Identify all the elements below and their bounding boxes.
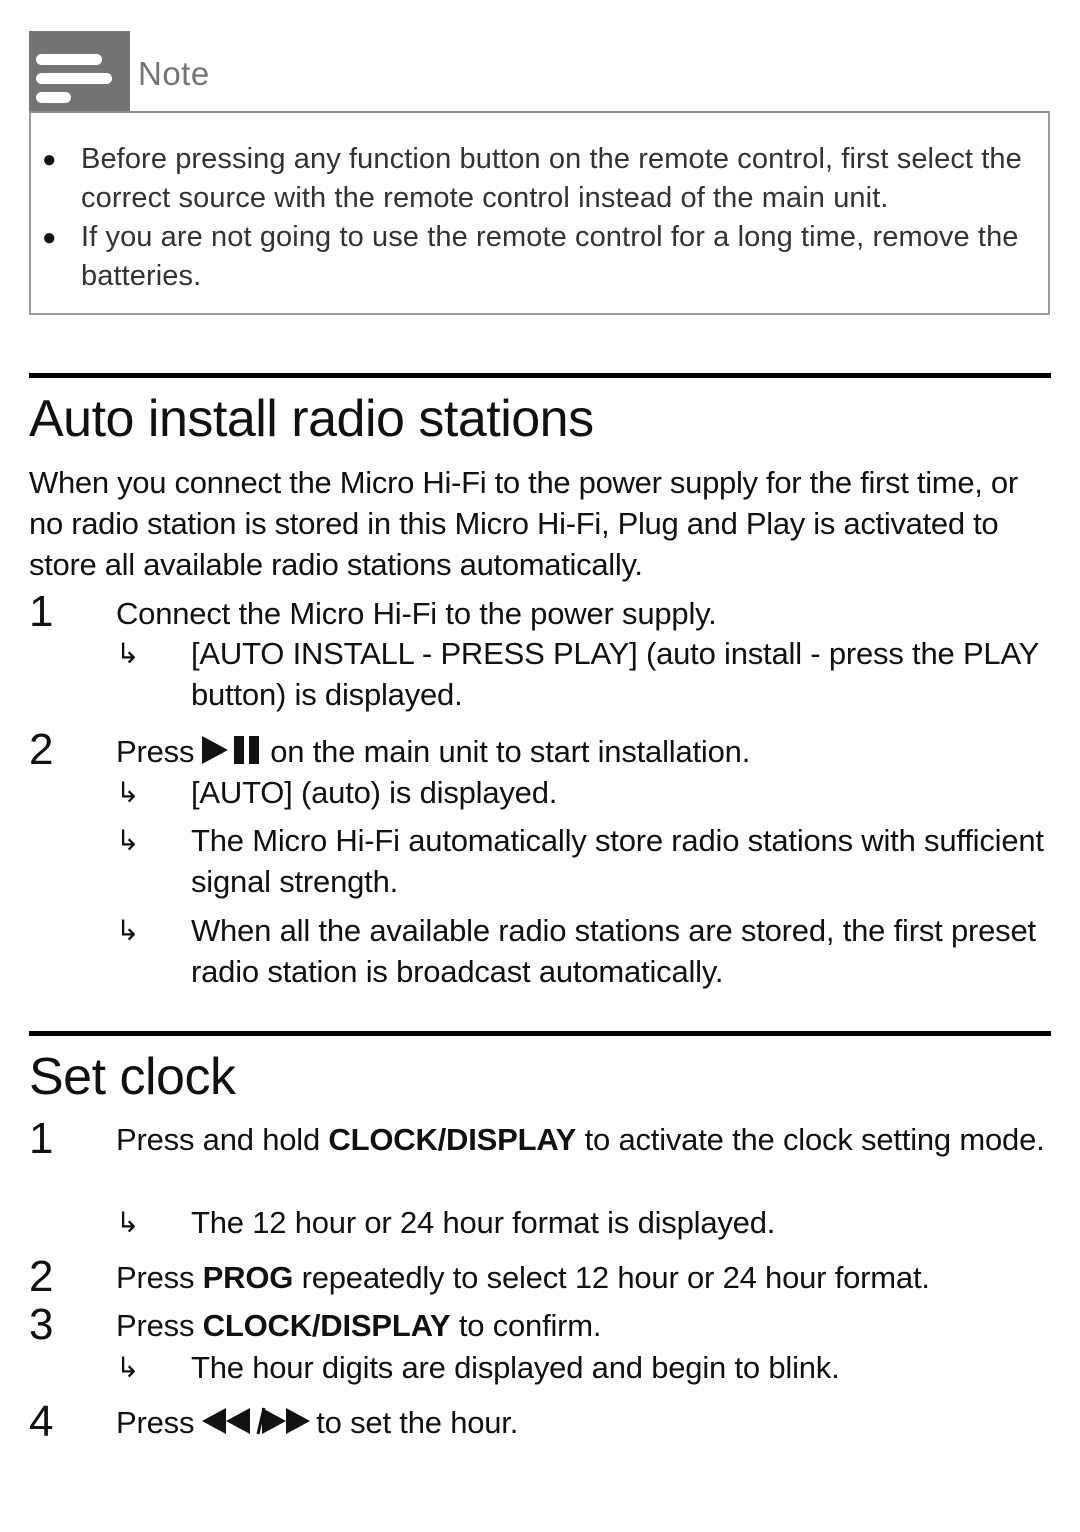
note-icon bbox=[29, 31, 130, 111]
section-divider bbox=[29, 373, 1051, 378]
step-number: 2 bbox=[29, 1252, 54, 1301]
note-box: ● Before pressing any function button on… bbox=[29, 111, 1050, 315]
result-arrow-icon: ↳ bbox=[116, 825, 140, 856]
result-arrow-icon: ↳ bbox=[116, 1207, 140, 1238]
note-title: Note bbox=[138, 55, 210, 92]
bullet-icon: ● bbox=[42, 224, 57, 251]
result-arrow-icon: ↳ bbox=[116, 1352, 140, 1383]
step-number: 1 bbox=[29, 1114, 54, 1163]
step-text: Connect the Micro Hi-Fi to the power sup… bbox=[116, 596, 717, 631]
note-item: ● If you are not going to use the remote… bbox=[31, 218, 1048, 296]
step-number: 3 bbox=[29, 1300, 54, 1349]
step-text: Press CLOCK/DISPLAY to confirm. bbox=[116, 1308, 602, 1343]
step-text: Press and hold CLOCK/DISPLAY to activate… bbox=[116, 1122, 1045, 1157]
note-item: ● Before pressing any function button on… bbox=[31, 140, 1048, 218]
section-title-auto-install: Auto install radio stations bbox=[29, 390, 594, 448]
button-label-clock-display: CLOCK/DISPLAY bbox=[328, 1122, 577, 1157]
step-number: 2 bbox=[29, 725, 54, 774]
result-arrow-icon: ↳ bbox=[116, 638, 140, 669]
note-list: ● Before pressing any function button on… bbox=[31, 140, 1048, 296]
play-pause-icon bbox=[202, 736, 260, 764]
section-title-set-clock: Set clock bbox=[29, 1048, 236, 1106]
bullet-icon: ● bbox=[42, 146, 57, 173]
note-header: Note bbox=[29, 31, 210, 111]
auto-install-intro: When you connect the Micro Hi-Fi to the … bbox=[29, 465, 1018, 582]
step-text: Press to set the hour. bbox=[116, 1405, 519, 1440]
step-text: Press on the main unit to start installat… bbox=[116, 734, 751, 769]
section-divider bbox=[29, 1031, 1051, 1036]
result-arrow-icon: ↳ bbox=[116, 777, 140, 808]
previous-next-icon bbox=[202, 1407, 311, 1435]
step-text: Press PROG repeatedly to select 12 hour … bbox=[116, 1260, 930, 1295]
button-label-clock-display: CLOCK/DISPLAY bbox=[202, 1308, 451, 1343]
result-arrow-icon: ↳ bbox=[116, 915, 140, 946]
step-number: 4 bbox=[29, 1397, 54, 1446]
button-label-prog: PROG bbox=[202, 1260, 294, 1295]
step-number: 1 bbox=[29, 587, 54, 636]
